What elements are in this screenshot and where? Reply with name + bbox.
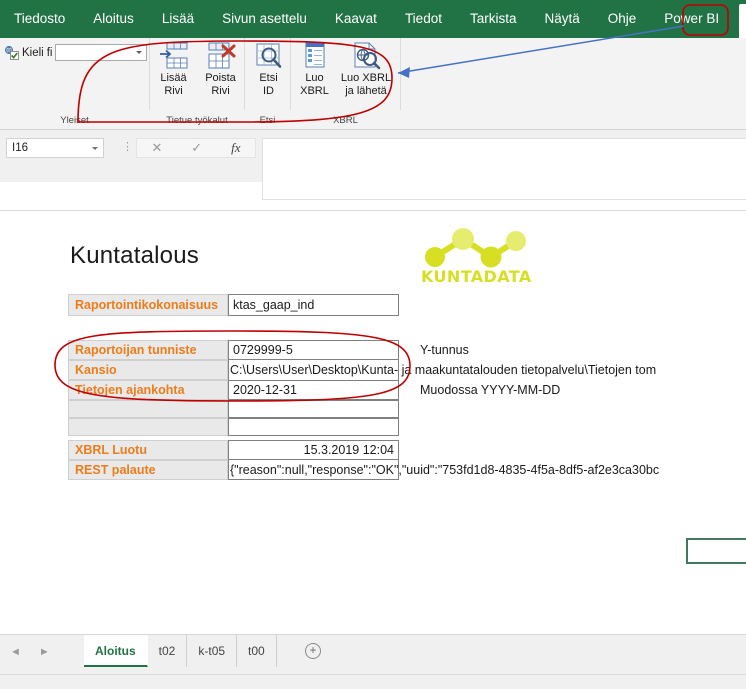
- search-table-icon: [253, 41, 285, 71]
- luo-xbrl-ja-laheta-button[interactable]: Luo XBRL ja lähetä: [338, 38, 394, 110]
- label-raportointikokonaisuus: Raportointikokonaisuus: [68, 294, 228, 316]
- label-tietojen-ajankohta: Tietojen ajankohta: [68, 380, 228, 400]
- sheet-nav-arrows: ◄ ►: [10, 646, 50, 658]
- name-box-chevron-down-icon[interactable]: [92, 147, 98, 150]
- selected-range-box[interactable]: [686, 538, 746, 564]
- label-xbrl-luotu: XBRL Luotu: [68, 440, 228, 460]
- ribbon-tab-tarkista[interactable]: Tarkista: [456, 0, 531, 38]
- ribbon-tab-aloitus[interactable]: Aloitus: [79, 0, 148, 38]
- create-send-xbrl-icon: [350, 41, 382, 71]
- ribbon-group-etsi: Etsi ID Etsi: [245, 38, 292, 126]
- ribbon-group-xbrl: Luo XBRL Luo XBRL ja lähetä XBRL: [291, 38, 401, 126]
- ribbon-tab-nayta[interactable]: Näytä: [530, 0, 593, 38]
- name-box[interactable]: I16: [6, 138, 104, 158]
- value-raportointikokonaisuus[interactable]: ktas_gaap_ind: [228, 294, 399, 316]
- insert-row-icon: [158, 41, 190, 71]
- add-sheet-button[interactable]: +: [305, 643, 321, 659]
- formula-bar-grip[interactable]: ⋮: [122, 140, 133, 153]
- ribbon-groups: Kieli fi Yleiset Lisää Rivi Poista Rivi …: [0, 38, 746, 126]
- page-title: Kuntatalous: [70, 242, 199, 269]
- value-empty-2[interactable]: [228, 418, 399, 436]
- kuntadata-logo: KUNTADATA: [421, 227, 532, 286]
- next-sheet-icon[interactable]: ►: [39, 646, 50, 658]
- name-box-value: I16: [12, 142, 28, 154]
- ribbon-group-label-xbrl: XBRL: [333, 115, 358, 126]
- kieli-label: Kieli: [22, 46, 44, 59]
- ribbon-group-tietue-tyokalut: Lisää Rivi Poista Rivi Tietue työkalut: [150, 38, 245, 126]
- formula-input[interactable]: [262, 138, 746, 200]
- etsi-id-button[interactable]: Etsi ID: [245, 38, 292, 110]
- confirm-icon[interactable]: ✓: [191, 140, 202, 156]
- formula-bar-icons: ✕ ✓ fx: [136, 138, 256, 158]
- label-empty-1: [68, 400, 228, 418]
- sheet-tab-k-t05[interactable]: k-t05: [187, 635, 238, 667]
- ribbon-tab-tiedosto[interactable]: Tiedosto: [0, 0, 79, 38]
- ribbon-tab-power-bi[interactable]: Power BI: [650, 0, 733, 38]
- value-kansio[interactable]: C:\Users\User\Desktop\Kunta- ja maakunta…: [230, 360, 746, 380]
- ribbon-tab-ohje[interactable]: Ohje: [594, 0, 651, 38]
- kuntadata-logo-text: KUNTADATA: [421, 267, 532, 286]
- ribbon-group-label-yleiset: Yleiset: [60, 115, 89, 126]
- value-tietojen-ajankohta[interactable]: 2020-12-31: [228, 380, 399, 400]
- sheet-tabs: Aloitus t02 k-t05 t00: [84, 635, 277, 667]
- ribbon-group-label-etsi: Etsi: [259, 115, 276, 126]
- label-rest-palaute: REST palaute: [68, 460, 228, 480]
- formula-bar-separator: [0, 210, 746, 211]
- kieli-value: fi: [46, 46, 53, 59]
- luo-xbrl-ja-laheta-label: Luo XBRL ja lähetä: [340, 72, 392, 97]
- note-tietojen-ajankohta: Muodossa YYYY-MM-DD: [420, 383, 561, 397]
- prev-sheet-icon[interactable]: ◄: [10, 646, 21, 658]
- cancel-icon[interactable]: ✕: [151, 140, 162, 156]
- ribbon-tab-sivun-asettelu[interactable]: Sivun asettelu: [208, 0, 321, 38]
- value-empty-1[interactable]: [228, 400, 399, 418]
- sheet-tab-bar: ◄ ► Aloitus t02 k-t05 t00 +: [0, 634, 746, 674]
- ribbon-body: Kieli fi Yleiset Lisää Rivi Poista Rivi …: [0, 38, 746, 130]
- status-bar: [0, 674, 746, 689]
- ribbon-group-label-tietue-tyokalut: Tietue työkalut: [166, 115, 228, 126]
- insert-function-icon[interactable]: fx: [231, 140, 240, 156]
- ribbon-tab-kunta[interactable]: Kunta: [739, 4, 746, 38]
- note-raportoijan-tunniste: Y-tunnus: [420, 343, 469, 357]
- ribbon-tab-lisaa[interactable]: Lisää: [148, 0, 208, 38]
- luo-xbrl-button[interactable]: Luo XBRL: [291, 38, 338, 110]
- lisaa-rivi-button[interactable]: Lisää Rivi: [150, 38, 197, 110]
- ribbon-group-yleiset: Kieli fi Yleiset: [0, 38, 150, 126]
- sheet-tab-t00[interactable]: t00: [237, 635, 277, 667]
- create-xbrl-icon: [299, 41, 331, 71]
- poista-rivi-button[interactable]: Poista Rivi: [197, 38, 244, 110]
- kieli-row: Kieli fi: [4, 44, 148, 61]
- value-xbrl-luotu[interactable]: 15.3.2019 12:04: [228, 440, 399, 460]
- label-empty-2: [68, 418, 228, 436]
- value-rest-palaute[interactable]: {"reason":null,"response":"OK","uuid":"7…: [230, 460, 746, 480]
- luo-xbrl-label: Luo XBRL: [300, 72, 329, 97]
- value-raportoijan-tunniste[interactable]: 0729999-5: [228, 340, 399, 360]
- sheet-tab-t02[interactable]: t02: [148, 635, 188, 667]
- poista-rivi-label: Poista Rivi: [205, 72, 236, 97]
- ribbon-tab-kaavat[interactable]: Kaavat: [321, 0, 391, 38]
- sheet-tab-aloitus[interactable]: Aloitus: [84, 635, 148, 667]
- worksheet-area[interactable]: Kuntatalous KUNTADATA Raportointikokonai…: [0, 222, 746, 634]
- label-raportoijan-tunniste: Raportoijan tunniste: [68, 340, 228, 360]
- language-check-icon: [4, 45, 19, 60]
- ribbon-tab-bar: Tiedosto Aloitus Lisää Sivun asettelu Ka…: [0, 0, 746, 38]
- formula-bar: I16 ⋮ ✕ ✓ fx: [0, 130, 746, 211]
- ribbon-tab-tiedot[interactable]: Tiedot: [391, 0, 456, 38]
- delete-row-icon: [205, 41, 237, 71]
- kieli-combo-box[interactable]: [55, 44, 148, 61]
- chevron-down-icon[interactable]: [136, 51, 143, 54]
- label-kansio: Kansio: [68, 360, 228, 380]
